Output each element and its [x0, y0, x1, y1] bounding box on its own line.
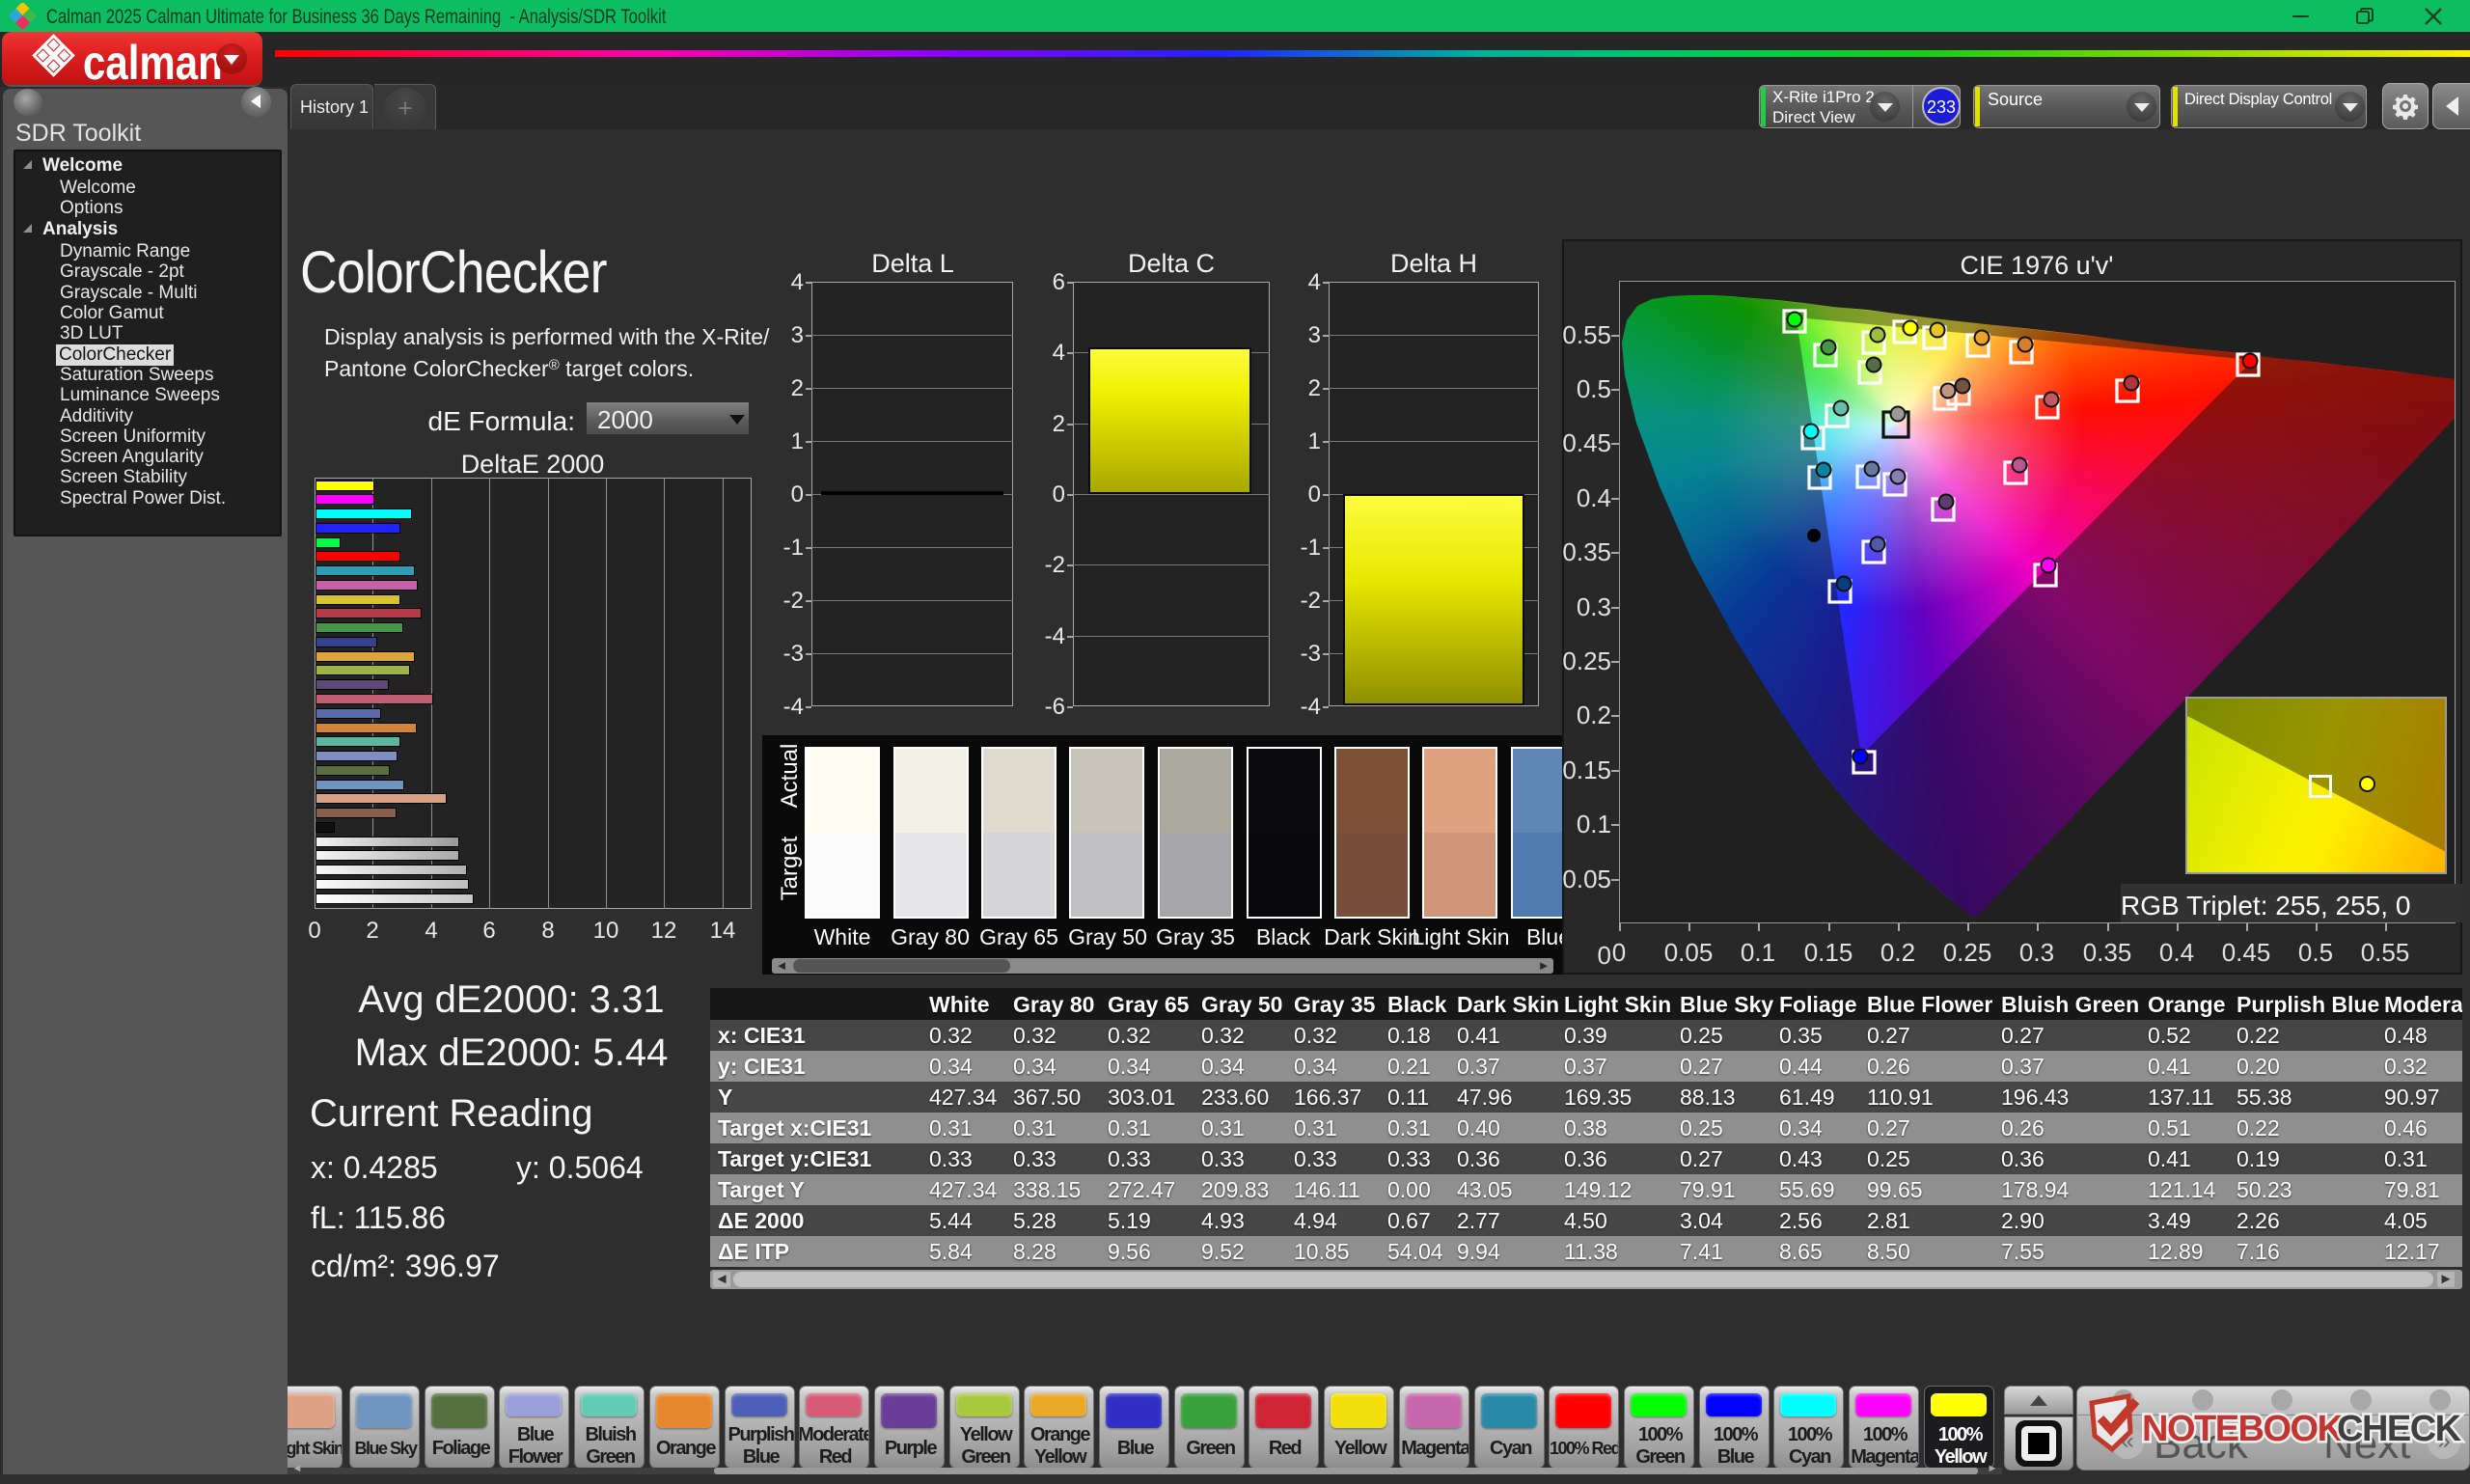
svg-text:CHECK: CHECK — [2337, 1409, 2462, 1449]
svg-text:NOTEBOOK: NOTEBOOK — [2142, 1409, 2345, 1449]
